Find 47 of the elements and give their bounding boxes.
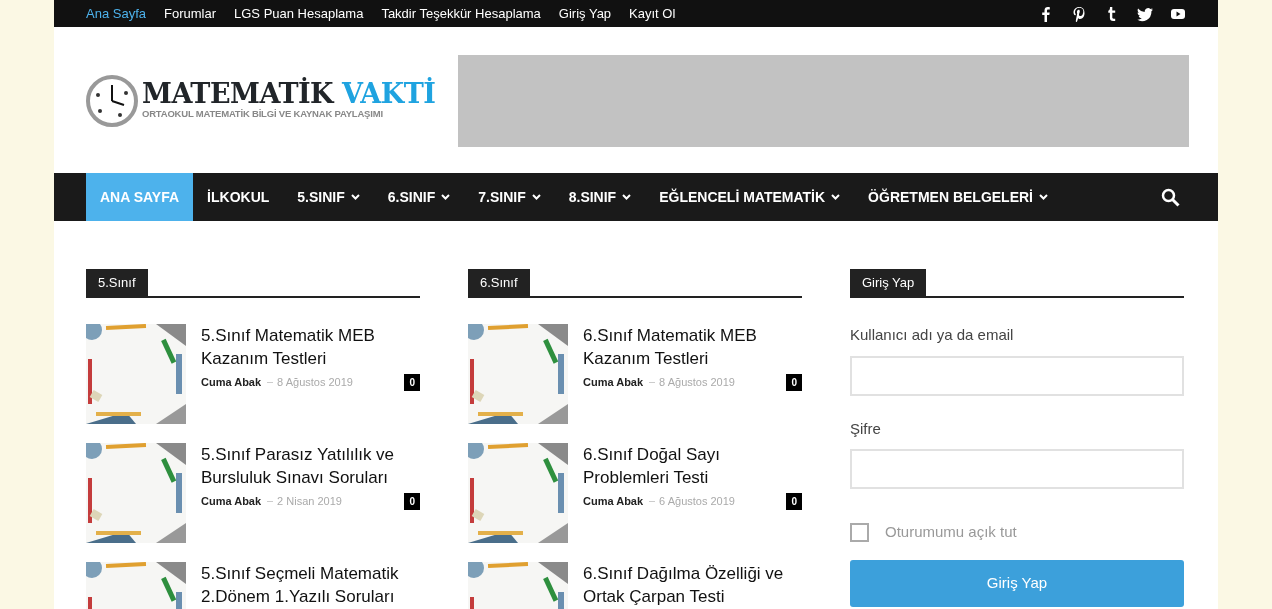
author-name[interactable]: Cuma Abak: [583, 374, 644, 391]
top-menu-link[interactable]: Takdir Teşekkür Hesaplama: [381, 0, 541, 27]
logo-title: MATEMATİK: [142, 78, 334, 110]
post-title-link[interactable]: 5.Sınıf Seçmeli Matematik 2.Dönem 1.Yazılı Soruları: [201, 562, 420, 608]
post-date: 2 Nisan 2019: [277, 494, 342, 510]
field-label: Şifre: [850, 418, 882, 439]
post-title-link[interactable]: 6.Sınıf Doğal Sayı Problemleri Testi: [583, 443, 802, 489]
comment-count[interactable]: 0: [404, 493, 420, 510]
author-name[interactable]: Cuma Abak: [201, 374, 262, 391]
bird-icon[interactable]: [1137, 5, 1153, 22]
post-date: 8 Ağustos 2019: [277, 375, 353, 391]
nav-menu-item[interactable]: 6.SINIF: [373, 173, 465, 221]
post-date: 8 Ağustos 2019: [659, 375, 735, 391]
author-name[interactable]: Cuma Abak: [583, 493, 644, 510]
search-icon[interactable]: [1161, 187, 1180, 207]
top-menu-link[interactable]: Kayıt Ol: [629, 0, 676, 27]
post-title-link[interactable]: 5.Sınıf Matematik MEB Kazanım Testleri: [201, 324, 420, 370]
section-title: 6.Sınıf: [468, 269, 530, 296]
clock-icon: [86, 75, 138, 127]
author-name[interactable]: Cuma Abak: [201, 493, 262, 510]
post-title-link[interactable]: 6.Sınıf Dağılma Özelliği ve Ortak Çarpan Testi: [583, 562, 802, 608]
nav-menu-item[interactable]: İLKOKUL: [193, 173, 284, 221]
widget-title: Giriş Yap: [850, 269, 927, 296]
section-title: 5.Sınıf: [86, 269, 148, 296]
nav-menu-item[interactable]: 8.SINIF: [554, 173, 646, 221]
checkbox[interactable]: [850, 522, 869, 542]
logo-title-accent: VAKTİ: [342, 78, 436, 110]
password-field[interactable]: [850, 449, 1184, 489]
nav-menu-item[interactable]: EĞLENCELİ MATEMATİK: [645, 173, 855, 221]
nav-menu-item[interactable]: 7.SINIF: [464, 173, 555, 221]
pinterest-icon[interactable]: [1071, 5, 1087, 22]
post-title-link[interactable]: 6.Sınıf Matematik MEB Kazanım Testleri: [583, 324, 802, 370]
comment-count[interactable]: 0: [786, 493, 802, 510]
comment-count[interactable]: 0: [786, 374, 802, 391]
nav-menu-item[interactable]: 5.SINIF: [283, 173, 374, 221]
checkbox-label: Oturumumu açık tut: [885, 522, 1017, 542]
top-menu-link[interactable]: Giriş Yap: [558, 0, 612, 27]
field-label: Kullanıcı adı ya da email: [850, 325, 1015, 345]
logo-subtitle: ORTAOKUL MATEMATİK BİLGİ VE KAYNAK PAYLAŞIMI: [142, 107, 384, 122]
top-menu-link[interactable]: LGS Puan Hesaplama: [234, 0, 364, 27]
comment-count[interactable]: 0: [404, 374, 420, 391]
post-date: 6 Ağustos 2019: [659, 494, 735, 510]
post-title-link[interactable]: 5.Sınıf Parasız Yatılılık ve Bursluluk Sınavı Soruları: [201, 443, 420, 489]
nav-menu-item[interactable]: ÖĞRETMEN BELGELERİ: [854, 173, 1062, 221]
username-field[interactable]: [850, 355, 1184, 396]
top-menu-link[interactable]: Forumlar: [164, 0, 216, 27]
top-menu-link[interactable]: Ana Sayfa: [86, 0, 146, 27]
